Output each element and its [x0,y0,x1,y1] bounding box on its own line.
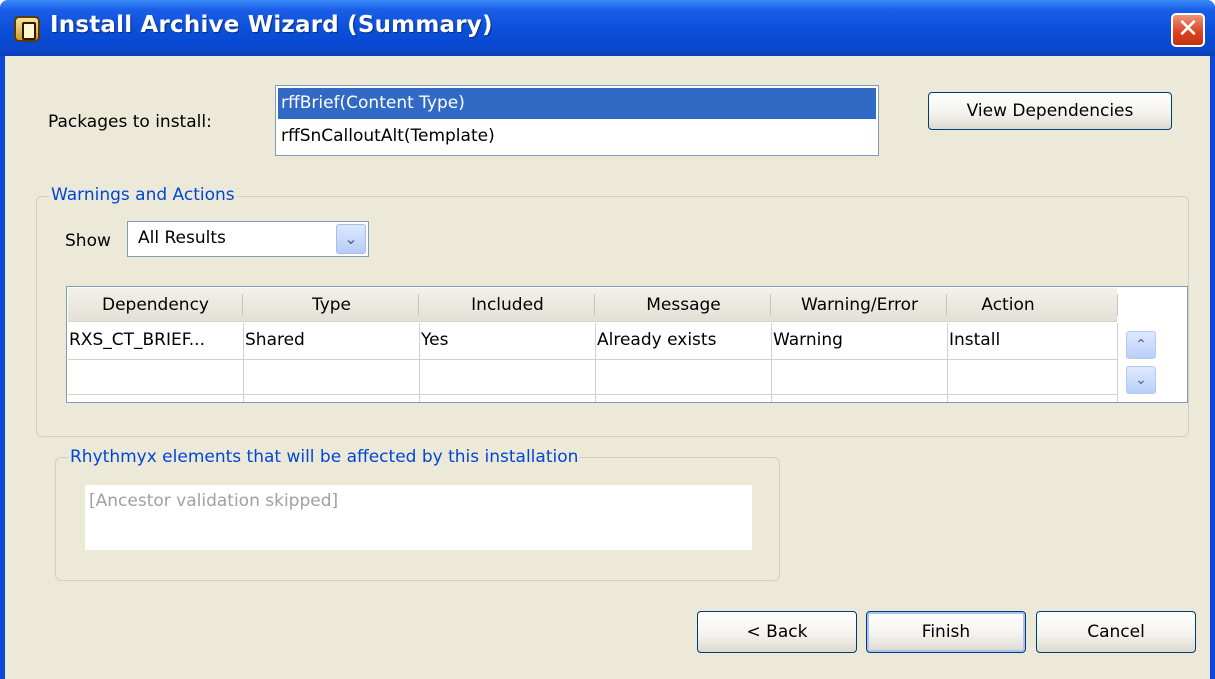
column-header-type[interactable]: Type [244,288,419,322]
close-icon: ✕ [1177,14,1199,44]
grid-line [1117,323,1118,402]
affected-elements-list: [Ancestor validation skipped] [85,485,752,550]
column-header-message[interactable]: Message [596,288,771,322]
cancel-button[interactable]: Cancel [1036,611,1196,653]
cell-warning-error: Warning [773,330,843,350]
grid-line [68,394,1117,395]
column-header-action[interactable]: Action [948,288,1068,322]
show-label: Show [65,231,111,251]
dependencies-table: Dependency Type Included Message Warning… [66,286,1188,403]
cell-included: Yes [421,330,449,350]
window-title: Install Archive Wizard (Summary) [50,12,493,38]
cell-message: Already exists [597,330,717,350]
scroll-down-button[interactable]: ⌄ [1126,366,1156,394]
column-header-included[interactable]: Included [420,288,595,322]
dialog-body: Packages to install: rffBrief(Content Ty… [5,56,1210,679]
scroll-up-button[interactable]: ⌃ [1126,331,1156,359]
cell-dependency: RXS_CT_BRIEF... [69,330,205,350]
affected-elements-text: [Ancestor validation skipped] [89,491,339,511]
cell-action[interactable]: Install [948,330,1116,350]
back-button[interactable]: < Back [697,611,857,653]
column-separator [418,294,419,316]
chevron-down-icon[interactable]: ⌄ [336,224,366,254]
show-filter-value: All Results [138,228,226,248]
column-header-dependency[interactable]: Dependency [68,288,243,322]
show-filter-select[interactable]: All Results ⌄ [127,221,369,257]
view-dependencies-button[interactable]: View Dependencies [928,92,1172,130]
table-header: Dependency Type Included Message Warning… [68,288,1118,322]
column-separator [594,294,595,316]
package-item[interactable]: rffSnCalloutAlt(Template) [278,121,876,152]
grid-line [68,359,1117,360]
warnings-actions-title: Warnings and Actions [49,185,237,205]
close-button[interactable]: ✕ [1171,13,1205,47]
column-separator [946,294,947,316]
column-separator [242,294,243,316]
affected-elements-title: Rhythmyx elements that will be affected … [68,447,581,467]
column-separator [1117,294,1118,316]
column-separator [770,294,771,316]
cell-type: Shared [245,330,305,350]
install-archive-wizard-window: Install Archive Wizard (Summary) ✕ Packa… [0,0,1215,679]
wizard-app-icon [14,16,40,42]
title-bar[interactable]: Install Archive Wizard (Summary) ✕ [0,0,1215,56]
column-header-warning-error[interactable]: Warning/Error [772,288,947,322]
finish-button[interactable]: Finish [866,611,1026,653]
package-item-selected[interactable]: rffBrief(Content Type) [278,88,876,119]
packages-list[interactable]: rffBrief(Content Type) rffSnCalloutAlt(T… [275,85,879,156]
packages-label: Packages to install: [48,112,212,132]
